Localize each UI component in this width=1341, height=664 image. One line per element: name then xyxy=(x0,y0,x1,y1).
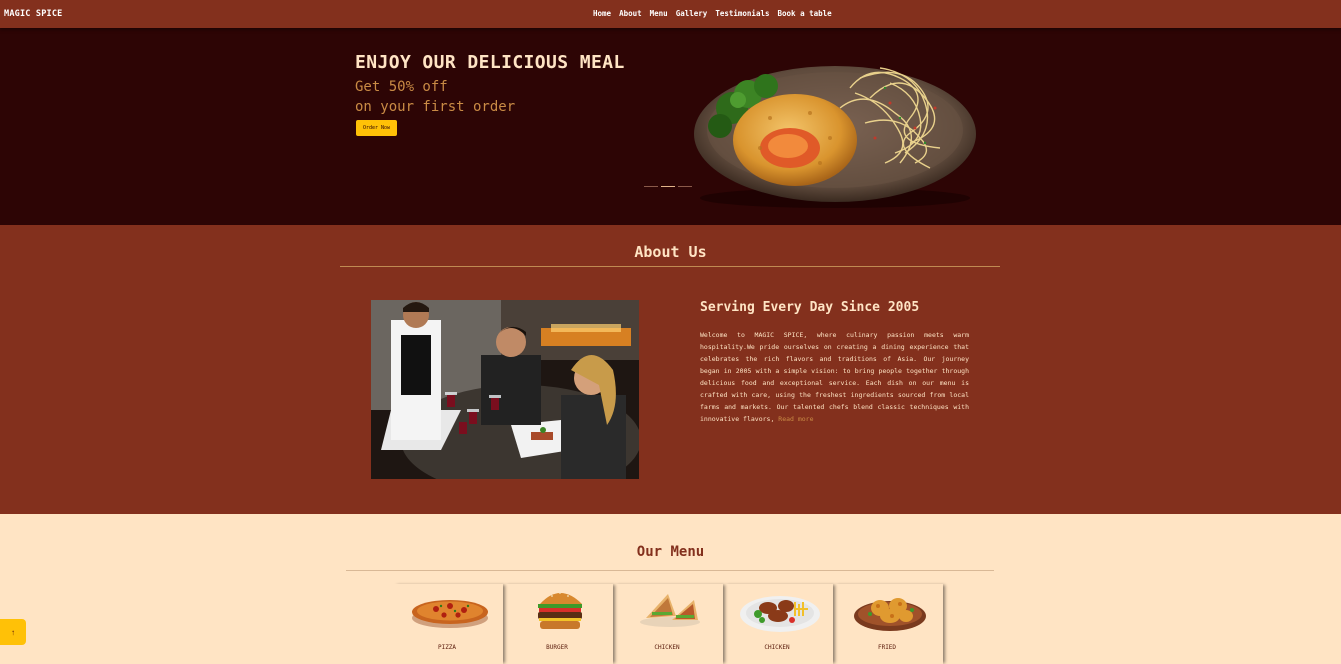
menu-card-label: PIZZA xyxy=(437,644,457,651)
nav-link-home[interactable]: Home xyxy=(593,9,611,18)
order-now-button[interactable]: Order Now xyxy=(356,120,397,136)
carousel-indicator-3[interactable] xyxy=(678,186,692,187)
menu-card-chicken-sandwich[interactable]: CHICKEN xyxy=(613,584,723,664)
chicken-platter-icon xyxy=(740,596,820,632)
menu-card-fried[interactable]: FRIED xyxy=(833,584,943,664)
hero-subtitle-line1: Get 50% off xyxy=(355,79,448,95)
menu-card-label: BURGER xyxy=(546,644,568,651)
nav-links: Home About Menu Gallery Testimonials Boo… xyxy=(593,9,832,18)
menu-card-chicken-platter[interactable]: CHICKEN xyxy=(723,584,833,664)
nav-link-book-table[interactable]: Book a table xyxy=(778,9,832,18)
navbar: MAGIC SPICE Home About Menu Gallery Test… xyxy=(0,0,1341,28)
brand-logo[interactable]: MAGIC SPICE xyxy=(4,9,63,19)
about-description: Welcome to MAGIC SPICE, where culinary p… xyxy=(700,329,969,425)
fried-chicken-icon xyxy=(854,598,926,631)
arrow-up-icon: ↑ xyxy=(11,627,15,637)
back-to-top-button[interactable]: ↑ xyxy=(0,619,26,645)
hero-plate-image xyxy=(694,66,976,208)
about-heading: Serving Every Day Since 2005 xyxy=(700,300,920,315)
menu-card-label: CHICKEN xyxy=(764,644,790,651)
menu-section: Our Menu PIZZA BURGER CHICKEN CHICKEN FR… xyxy=(0,514,1341,651)
burger-icon xyxy=(538,592,582,629)
menu-card-label: FRIED xyxy=(877,644,897,651)
about-body-text: Welcome to MAGIC SPICE, where culinary p… xyxy=(700,331,969,423)
about-divider xyxy=(340,266,1000,267)
hero-title: ENJOY OUR DELICIOUS MEAL xyxy=(355,52,625,73)
about-photo xyxy=(371,300,639,479)
nav-link-testimonials[interactable]: Testimonials xyxy=(715,9,769,18)
menu-divider xyxy=(346,570,994,571)
read-more-link[interactable]: Read more xyxy=(778,415,813,423)
nav-link-gallery[interactable]: Gallery xyxy=(676,9,708,18)
hero-carousel: ENJOY OUR DELICIOUS MEAL Get 50% off on … xyxy=(0,28,1341,225)
carousel-indicator-2[interactable] xyxy=(661,186,675,187)
carousel-indicator-1[interactable] xyxy=(644,186,658,187)
carousel-indicators xyxy=(644,186,692,187)
about-section: About Us Serving Every Day Since 2005 We… xyxy=(0,225,1341,514)
menu-categories: PIZZA BURGER CHICKEN CHICKEN FRIED xyxy=(393,584,943,664)
menu-card-label: CHICKEN xyxy=(654,644,680,651)
menu-title: Our Menu xyxy=(636,544,705,560)
nav-link-about[interactable]: About xyxy=(619,9,642,18)
nav-link-menu[interactable]: Menu xyxy=(650,9,668,18)
sandwich-icon xyxy=(640,594,700,627)
menu-card-burger[interactable]: BURGER xyxy=(503,584,613,664)
hero-subtitle-line2: on your first order xyxy=(355,99,516,115)
menu-card-pizza[interactable]: PIZZA xyxy=(393,584,503,664)
pizza-icon xyxy=(412,600,488,628)
about-title: About Us xyxy=(634,243,707,261)
